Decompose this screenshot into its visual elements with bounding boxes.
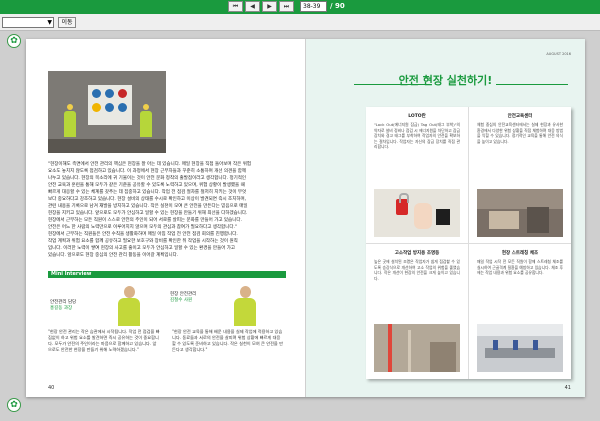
person2-photo — [234, 286, 256, 326]
brand-logo-bottom-icon[interactable]: ✿ — [7, 398, 21, 412]
magazine-spread: "현장이해도 측면에서 안전 관리의 핵심은 현장을 잘 아는 데 있습니다. … — [26, 39, 585, 397]
last-page-icon: ⏭ — [283, 2, 290, 10]
next-page-icon: ▶ — [267, 2, 272, 10]
practice-card: LOTO란 "Lock Out(에너지원 잠금) Tag Out(태그 부착)"… — [366, 107, 571, 379]
person2-role: 현장 안전관리 — [170, 292, 197, 297]
cell-training-center: 안전교육센터 체험 중심의 안전교육센터에서는 실제 현장과 유사한 환경에서 … — [469, 107, 571, 244]
right-page[interactable]: AUGUST 2016 안전 현장 실천하기! LOTO란 "Lock Out(… — [306, 39, 585, 397]
sign-board — [88, 85, 132, 125]
person2-quote: "현장 안전 교육을 통해 배운 내용을 실제 작업에 적용하고 있습니다. 동… — [172, 329, 283, 352]
body-line: 현장에서 근무하는 직원들은 안전 수칙을 생활화하며 매일 아침 작업 전 안… — [48, 232, 238, 237]
cell-stretching: 현장 스트레칭 체조 매일 작업 시작 전 모든 직원이 함께 스트레칭 체조를… — [469, 244, 571, 379]
mini-interview: Mini Interview 안전관리 담당 홍길동 과장 현장 안전관리 김철… — [48, 271, 286, 389]
person1-role: 안전관리 담당 — [50, 300, 77, 305]
body-line: 보다 중요하다고 강조하고 있습니다. 현장 설비의 상태를 수시로 확인하고 … — [48, 197, 247, 202]
body-line: 있습니다. 앞으로도 현장 중심의 안전 관리 활동을 이어갈 계획입니다. — [48, 253, 179, 258]
viewer-toolbar: ⏮ ◀ ▶ ⏭ 38-39 / 90 — [0, 0, 600, 14]
person1-label: 안전관리 담당 홍길동 과장 — [50, 300, 76, 312]
body-line: 빠르게 대응할 수 있는 체계를 갖추는 데 집중하고 있습니다. 작업 전 점… — [48, 190, 247, 195]
brand-logo-icon[interactable]: ✿ — [7, 34, 21, 48]
title-rule-left — [354, 84, 426, 85]
person2-label: 현장 안전관리 김철수 사원 — [170, 292, 196, 304]
page-viewer: ✿ ✿ "현장이해도 측면에서 안전 관리의 핵심은 현장을 잘 아는 데 있습… — [0, 31, 600, 421]
body-line: "현장이해도 측면에서 안전 관리의 핵심은 현장을 잘 아는 데 있습니다. … — [48, 162, 251, 167]
body-line: 작업 계획과 위험 요소를 함께 공유하고 필요한 보호구와 장비를 확인한 뒤… — [48, 239, 238, 244]
first-page-button[interactable]: ⏮ — [228, 1, 243, 12]
person2-name: 김철수 사원 — [170, 298, 193, 303]
title-rule-right — [496, 84, 568, 85]
section-title: 안전 현장 실천하기! — [398, 74, 493, 87]
body-line: 안전 교육과 훈련을 통해 모두가 같은 기준을 공유할 수 있도록 노력하고 … — [48, 183, 245, 188]
loto-photo — [374, 189, 460, 237]
chapter-bar: ▼ 이동 — [0, 14, 600, 31]
body-line: 현장에서 근무하는 모든 직원이 스스로 안전의 주인이 되어 서로를 살피는 … — [48, 218, 242, 223]
person1-quote: "현장 안전 관리는 작은 습관에서 시작됩니다. 작업 전 점검을 빠짐없이 … — [48, 329, 160, 352]
page-nav: ⏮ ◀ ▶ ⏭ — [228, 1, 294, 12]
left-page[interactable]: "현장이해도 측면에서 안전 관리의 핵심은 현장을 잘 아는 데 있습니다. … — [26, 39, 306, 397]
body-line: 요소도 놓치지 않도록 점검하고 있습니다. 이 과정에서 현장 근무자들과 꾸… — [48, 169, 247, 174]
issue-label: AUGUST 2016 — [546, 52, 571, 56]
body-line: 안전은 어느 한 사람의 노력만으로 이루어지지 않으며 모두의 관심과 참여가… — [48, 225, 237, 230]
cell-text: 체험 중심의 안전교육센터에서는 실제 현장과 유사한 환경에서 다양한 위험 … — [477, 122, 563, 144]
body-line: 현장을 지키고 있습니다. 앞으로도 모두가 안심하고 일할 수 있는 현장을 … — [48, 211, 248, 216]
cell-text: 매일 작업 시작 전 모든 직원이 함께 스트레칭 체조를 실시하여 근골격계 … — [477, 259, 563, 275]
cell-text: "Lock Out(에너지원 잠금) Tag Out(태그 부착)"의 약자로 … — [374, 122, 460, 149]
workers-photo — [48, 71, 166, 153]
interview-people: 안전관리 담당 홍길동 과장 현장 안전관리 김철수 사원 — [48, 278, 286, 328]
last-page-button[interactable]: ⏭ — [279, 1, 294, 12]
interview-header: Mini Interview — [48, 271, 286, 278]
right-page-number: 41 — [564, 385, 571, 391]
cell-text: 높은 곳에 설치된 조명은 작업자가 쉽게 점검할 수 있도록 승강식으로 개선… — [374, 259, 460, 281]
prev-page-button[interactable]: ◀ — [245, 1, 260, 12]
cell-lighting: 고소작업 방지용 조명등 높은 곳에 설치된 조명은 작업자가 쉽게 점검할 수… — [366, 244, 469, 379]
first-page-icon: ⏮ — [232, 2, 239, 10]
body-line: 관련 내용을 기록으로 남겨 재발을 방지하고 있습니다. 작은 실천이 모여 … — [48, 204, 248, 209]
body-line: 입니다. 이러한 노력이 쌓여 현장의 사고를 줄이고 모두가 안심하고 일할 … — [48, 246, 236, 251]
body-line: 나누고 있습니다. 현장의 목소리에 귀 기울이는 것이 안전 문화 정착의 출… — [48, 176, 247, 181]
stretching-photo — [477, 324, 563, 372]
person1-name: 홍길동 과장 — [50, 306, 73, 311]
lighting-photo — [374, 324, 460, 372]
training-photo — [477, 189, 563, 237]
go-button[interactable]: 이동 — [58, 17, 76, 28]
chapter-select[interactable]: ▼ — [2, 17, 54, 28]
chevron-down-icon: ▼ — [47, 19, 52, 26]
page-number-input[interactable]: 38-39 — [300, 1, 327, 12]
left-page-number: 40 — [48, 385, 55, 391]
next-page-button[interactable]: ▶ — [262, 1, 277, 12]
person1-photo — [118, 286, 140, 326]
article-body: "현장이해도 측면에서 안전 관리의 핵심은 현장을 잘 아는 데 있습니다. … — [48, 161, 286, 259]
total-pages: / 90 — [330, 2, 345, 10]
prev-page-icon: ◀ — [250, 2, 255, 10]
cell-loto: LOTO란 "Lock Out(에너지원 잠금) Tag Out(태그 부착)"… — [366, 107, 469, 244]
